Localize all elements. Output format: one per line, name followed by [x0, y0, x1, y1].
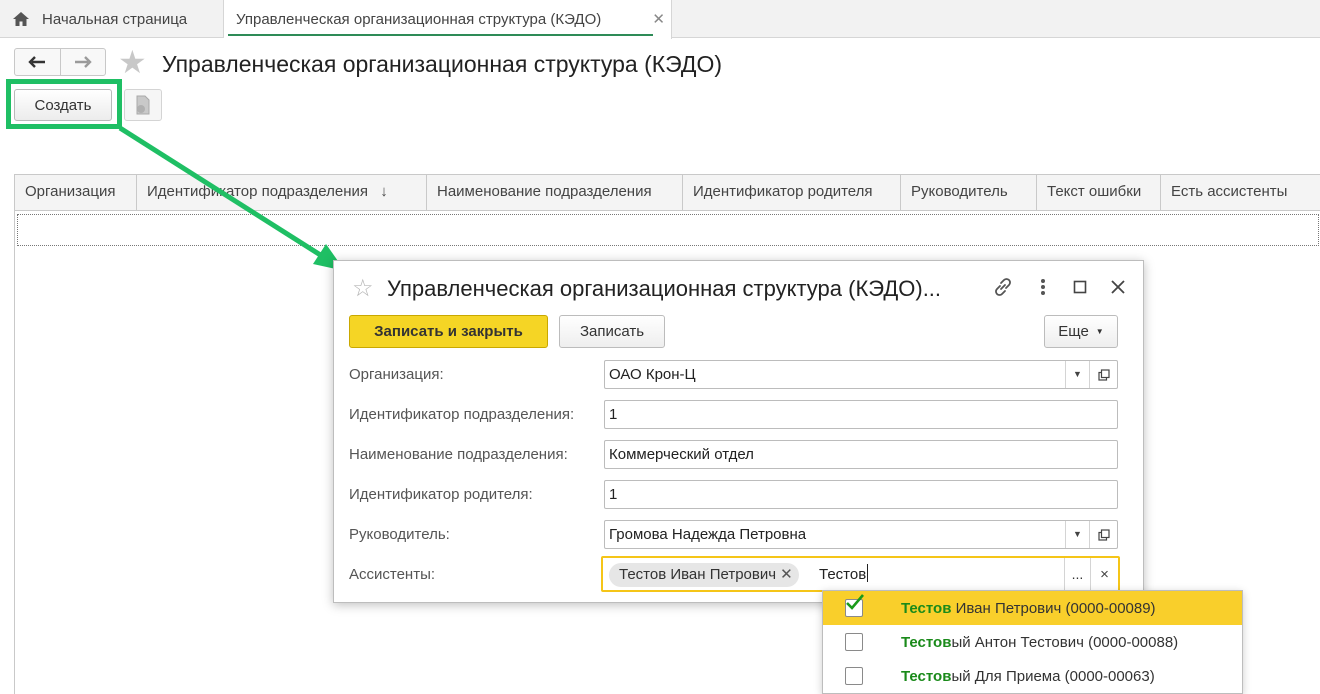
list-item-text: Тестовый Антон Тестович (0000-00088) [901, 634, 1178, 651]
tab-close-icon[interactable]: ✕ [652, 10, 665, 28]
back-button[interactable] [15, 49, 60, 75]
favorite-star-icon[interactable]: ★ [118, 46, 147, 78]
rest-text: Иван Петрович (0000-00089) [951, 599, 1156, 617]
column-error-text[interactable]: Текст ошибки [1037, 175, 1161, 210]
parent-id-field[interactable]: 1 [604, 480, 1118, 509]
more-vert-icon[interactable] [1031, 275, 1055, 299]
tab-home-label: Начальная страница [42, 10, 188, 28]
org-label: Организация: [349, 366, 444, 383]
dept-name-label: Наименование подразделения: [349, 446, 568, 463]
assistants-input-text: Тестов [819, 566, 867, 583]
column-parent-id[interactable]: Идентификатор родителя [683, 175, 901, 210]
edit-dialog: ☆ Управленческая организационная структу… [333, 260, 1144, 603]
head-dropdown-icon[interactable]: ▼ [1065, 521, 1089, 548]
arrow-left-icon [28, 56, 46, 68]
head-value: Громова Надежда Петровна [609, 526, 807, 543]
save-and-close-button[interactable]: Записать и закрыть [349, 315, 548, 348]
list-item[interactable]: Тестов Иван Петрович (0000-00089) [823, 591, 1242, 625]
column-dept-name[interactable]: Наименование подразделения [427, 175, 683, 210]
match-text: Тестов [901, 599, 952, 617]
rest-text: ый Для Приема (0000-00063) [951, 667, 1155, 685]
column-organization[interactable]: Организация [15, 175, 137, 210]
close-icon[interactable] [1106, 275, 1130, 299]
dept-name-value: Коммерческий отдел [609, 446, 754, 463]
tab-bar: Начальная страница Управленческая органи… [0, 0, 1320, 39]
tab-active-indicator [228, 34, 653, 36]
org-dropdown-icon[interactable]: ▼ [1065, 361, 1089, 388]
list-item-text: Тестов Иван Петрович (0000-00089) [901, 600, 1156, 617]
column-dept-id[interactable]: Идентификатор подразделения ↓ [137, 175, 427, 210]
checkbox-checked[interactable] [845, 594, 864, 617]
parent-id-value: 1 [609, 486, 618, 503]
chip-remove-icon[interactable]: ✕ [780, 566, 793, 583]
checkmark-icon [846, 594, 864, 610]
head-field[interactable]: Громова Надежда Петровна ▼ [604, 520, 1118, 549]
assistant-chip-label: Тестов Иван Петрович [619, 566, 777, 583]
maximize-icon[interactable] [1068, 275, 1092, 299]
arrow-right-icon [74, 56, 92, 68]
nav-buttons [14, 48, 106, 76]
more-button-label: Еще [1058, 323, 1089, 340]
dialog-favorite-star-icon[interactable]: ☆ [352, 274, 374, 303]
chevron-down-icon: ▼ [1095, 327, 1104, 336]
assistants-input[interactable]: Тестов [819, 564, 869, 583]
save-button[interactable]: Записать [559, 315, 665, 348]
column-head[interactable]: Руководитель [901, 175, 1037, 210]
tab-home[interactable]: Начальная страница [0, 0, 224, 38]
org-value: ОАО Крон-Ц [609, 366, 696, 383]
rest-text: ый Антон Тестович (0000-00088) [951, 633, 1179, 651]
assistants-label: Ассистенты: [349, 566, 436, 583]
home-icon [13, 12, 29, 26]
forward-button[interactable] [59, 49, 105, 75]
column-dept-id-label: Идентификатор подразделения [147, 183, 369, 200]
text-caret [867, 564, 869, 582]
tab-active-label: Управленческая организационная структура… [236, 11, 602, 28]
more-button[interactable]: Еще ▼ [1044, 315, 1118, 348]
tab-active[interactable]: Управленческая организационная структура… [224, 0, 672, 39]
table-row[interactable] [17, 214, 1319, 246]
head-open-icon[interactable] [1089, 521, 1117, 548]
list-item[interactable]: Тестовый Для Приема (0000-00063) [823, 659, 1242, 693]
assistants-field[interactable]: Тестов Иван Петрович ✕ Тестов ... × [601, 556, 1120, 592]
autocomplete-dropdown: Тестов Иван Петрович (0000-00089) Тестов… [822, 590, 1243, 694]
parent-id-label: Идентификатор родителя: [349, 486, 533, 503]
checkbox[interactable] [845, 633, 863, 651]
list-item-text: Тестовый Для Приема (0000-00063) [901, 668, 1155, 685]
dept-id-field[interactable]: 1 [604, 400, 1118, 429]
page-title: Управленческая организационная структура… [162, 51, 723, 77]
dialog-title: Управленческая организационная структура… [387, 276, 942, 301]
select-more-button[interactable]: ... [1064, 558, 1090, 590]
head-label: Руководитель: [349, 526, 450, 543]
list-item[interactable]: Тестовый Антон Тестович (0000-00088) [823, 625, 1242, 659]
column-has-assistants[interactable]: Есть ассистенты [1161, 175, 1320, 210]
org-field[interactable]: ОАО Крон-Ц ▼ [604, 360, 1118, 389]
document-button[interactable] [124, 89, 162, 121]
grid-header: Организация Идентификатор подразделения … [15, 175, 1320, 211]
link-icon[interactable] [991, 275, 1015, 299]
match-text: Тестов [901, 633, 952, 651]
highlight-frame [6, 79, 122, 129]
clear-field-button[interactable]: × [1090, 558, 1118, 590]
checkbox[interactable] [845, 667, 863, 685]
dept-id-value: 1 [609, 406, 618, 423]
dept-id-label: Идентификатор подразделения: [349, 406, 575, 423]
dept-name-field[interactable]: Коммерческий отдел [604, 440, 1118, 469]
document-icon [136, 95, 150, 115]
assistant-chip[interactable]: Тестов Иван Петрович ✕ [609, 563, 799, 587]
sort-desc-icon: ↓ [380, 183, 388, 200]
org-open-icon[interactable] [1089, 361, 1117, 388]
match-text: Тестов [901, 667, 952, 685]
